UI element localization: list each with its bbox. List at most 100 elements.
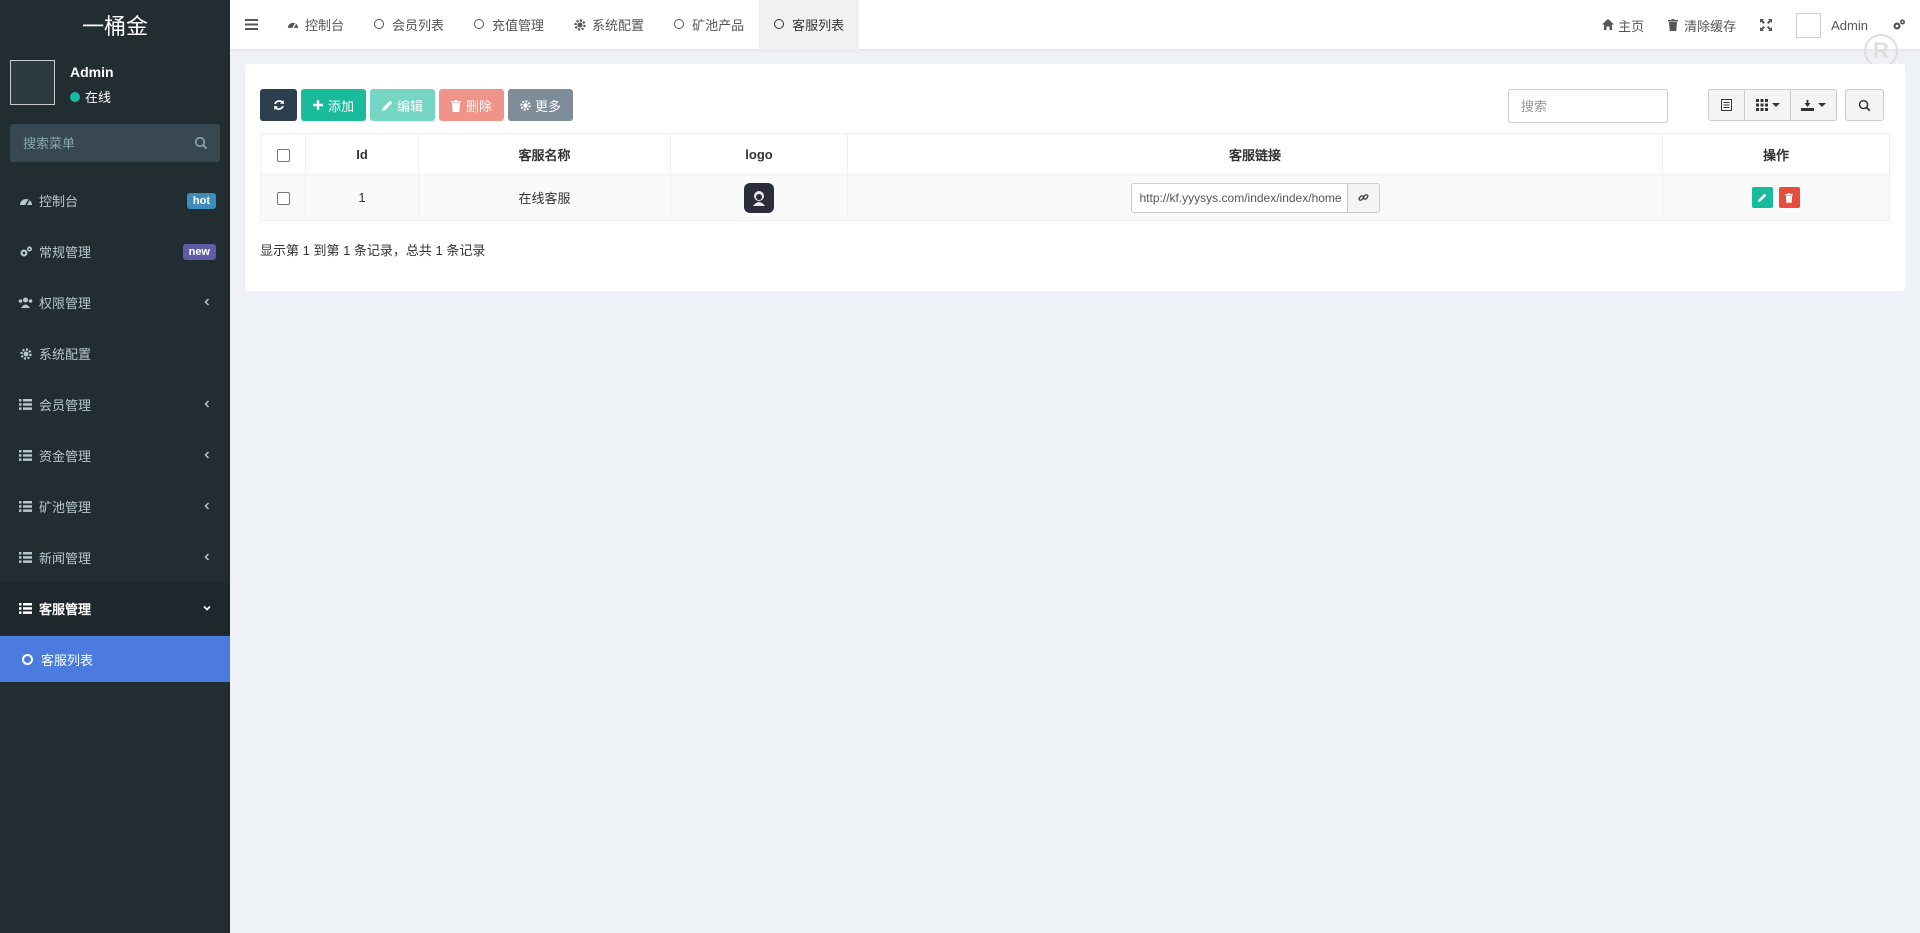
brand-logo[interactable]: 一桶金 bbox=[0, 0, 230, 50]
sidebar-search-input[interactable] bbox=[10, 124, 220, 162]
table-search-input[interactable] bbox=[1508, 89, 1668, 123]
delete-button[interactable]: 删除 bbox=[439, 89, 505, 121]
sidebar-item-label: 矿池管理 bbox=[39, 500, 92, 515]
service-logo-image[interactable] bbox=[744, 182, 774, 213]
cogs-icon bbox=[18, 244, 33, 259]
search-icon[interactable] bbox=[194, 136, 208, 150]
fullscreen-icon bbox=[1760, 19, 1773, 31]
sidebar-item-label: 控制台 bbox=[39, 194, 79, 209]
home-link[interactable]: 主页 bbox=[1590, 16, 1656, 35]
sidebar-item-news[interactable]: 新闻管理 bbox=[0, 532, 230, 583]
gear-icon bbox=[574, 18, 586, 31]
caret-down-icon bbox=[1818, 103, 1826, 107]
list-icon bbox=[18, 448, 33, 463]
sidebar-search bbox=[10, 124, 220, 162]
cell-id: 1 bbox=[305, 174, 419, 221]
online-dot-icon bbox=[70, 91, 80, 102]
export-button[interactable] bbox=[1791, 89, 1837, 121]
link-input[interactable]: http://kf.yyysys.com/index/index/home bbox=[1130, 182, 1348, 213]
more-label: 更多 bbox=[535, 98, 562, 114]
sidebar-menu: 控制台 hot 常规管理 new 权限管理 系统配置 会员管理 资金管理 矿池管… bbox=[0, 175, 230, 682]
clear-cache-label: 清除缓存 bbox=[1684, 18, 1737, 34]
col-header-id[interactable]: Id bbox=[305, 133, 419, 175]
new-badge: new bbox=[182, 244, 216, 260]
dashboard-icon bbox=[18, 193, 33, 208]
sidebar-item-label: 会员管理 bbox=[39, 398, 92, 413]
chevron-left-icon bbox=[204, 553, 210, 561]
sidebar-item-general[interactable]: 常规管理 new bbox=[0, 226, 230, 277]
chevron-left-icon bbox=[204, 400, 210, 408]
tab-dashboard[interactable]: 控制台 bbox=[272, 0, 359, 50]
grid-icon bbox=[1755, 99, 1768, 111]
open-link-button[interactable] bbox=[1347, 182, 1380, 213]
tab-label: 会员列表 bbox=[392, 18, 445, 33]
chevron-down-icon bbox=[203, 605, 211, 611]
sidebar-item-funds[interactable]: 资金管理 bbox=[0, 430, 230, 481]
list-icon bbox=[18, 550, 33, 565]
col-header-ops: 操作 bbox=[1662, 133, 1890, 175]
row-delete-button[interactable] bbox=[1778, 187, 1800, 208]
row-checkbox[interactable] bbox=[276, 192, 290, 206]
control-sidebar-toggle[interactable] bbox=[1880, 18, 1920, 32]
table-view-icon bbox=[1721, 99, 1732, 111]
tab-mining-products[interactable]: 矿池产品 bbox=[659, 0, 759, 50]
table-row[interactable]: 1 在线客服 http://kf.yyysys.com/index/index/… bbox=[260, 174, 1890, 221]
customer-service-submenu: 客服列表 bbox=[0, 636, 230, 682]
tab-service-list[interactable]: 客服列表 bbox=[759, 0, 860, 50]
sidebar-item-dashboard[interactable]: 控制台 hot bbox=[0, 175, 230, 226]
trash-icon bbox=[1785, 192, 1794, 203]
sidebar-item-mining-pool[interactable]: 矿池管理 bbox=[0, 481, 230, 532]
fullscreen-button[interactable] bbox=[1748, 19, 1784, 31]
table-toolbar: 添加 编辑 删除 更多 bbox=[260, 89, 577, 121]
table-search bbox=[1508, 89, 1668, 123]
sidebar-item-system-config[interactable]: 系统配置 bbox=[0, 328, 230, 379]
sidebar-subitem-service-list[interactable]: 客服列表 bbox=[0, 636, 230, 682]
col-header-link[interactable]: 客服链接 bbox=[847, 133, 1663, 175]
sidebar: 一桶金 Admin 在线 控制台 hot 常规管理 new 权限管理 系 bbox=[0, 0, 230, 933]
sidebar-item-label: 权限管理 bbox=[39, 296, 92, 311]
clear-cache-button[interactable]: 清除缓存 bbox=[1656, 16, 1748, 35]
table-header-row: Id 客服名称 logo 客服链接 操作 bbox=[260, 133, 1890, 175]
row-select-cell bbox=[260, 174, 306, 221]
refresh-button[interactable] bbox=[260, 89, 297, 121]
export-icon bbox=[1801, 100, 1814, 111]
tab-system-config[interactable]: 系统配置 bbox=[559, 0, 659, 50]
sidebar-item-customer-service[interactable]: 客服管理 bbox=[0, 583, 230, 634]
user-menu[interactable]: Admin bbox=[1784, 12, 1880, 38]
hamburger-icon bbox=[244, 19, 258, 30]
edit-button[interactable]: 编辑 bbox=[370, 89, 436, 121]
col-header-name[interactable]: 客服名称 bbox=[418, 133, 671, 175]
select-all-checkbox[interactable] bbox=[276, 148, 290, 162]
dashboard-icon bbox=[287, 19, 299, 31]
list-icon bbox=[18, 499, 33, 514]
sidebar-item-permissions[interactable]: 权限管理 bbox=[0, 277, 230, 328]
pencil-icon bbox=[382, 100, 393, 111]
user-status-label: 在线 bbox=[85, 90, 112, 105]
cell-link: http://kf.yyysys.com/index/index/home bbox=[847, 174, 1663, 221]
cell-name: 在线客服 bbox=[418, 174, 671, 221]
advanced-search-button[interactable] bbox=[1845, 89, 1884, 121]
list-icon bbox=[18, 397, 33, 412]
sidebar-toggle[interactable] bbox=[230, 0, 272, 50]
tab-label: 客服列表 bbox=[792, 18, 845, 33]
tab-member-list[interactable]: 会员列表 bbox=[359, 0, 459, 50]
toggle-view-button[interactable] bbox=[1708, 89, 1745, 121]
add-button[interactable]: 添加 bbox=[301, 89, 367, 121]
table-tools bbox=[1708, 89, 1884, 121]
row-edit-button[interactable] bbox=[1752, 187, 1774, 208]
avatar bbox=[1796, 12, 1822, 38]
plus-icon bbox=[313, 99, 324, 111]
circle-icon bbox=[374, 18, 386, 31]
col-header-logo[interactable]: logo bbox=[670, 133, 848, 175]
chevron-left-icon bbox=[204, 451, 210, 459]
tab-label: 充值管理 bbox=[492, 18, 545, 33]
pencil-icon bbox=[1758, 193, 1767, 202]
more-button[interactable]: 更多 bbox=[508, 89, 574, 121]
columns-button[interactable] bbox=[1745, 89, 1791, 121]
tab-recharge[interactable]: 充值管理 bbox=[459, 0, 559, 50]
user-name: Admin bbox=[70, 64, 114, 80]
sidebar-item-members[interactable]: 会员管理 bbox=[0, 379, 230, 430]
search-icon bbox=[1858, 99, 1871, 111]
gear-icon bbox=[18, 346, 33, 361]
link-icon bbox=[1357, 194, 1369, 201]
